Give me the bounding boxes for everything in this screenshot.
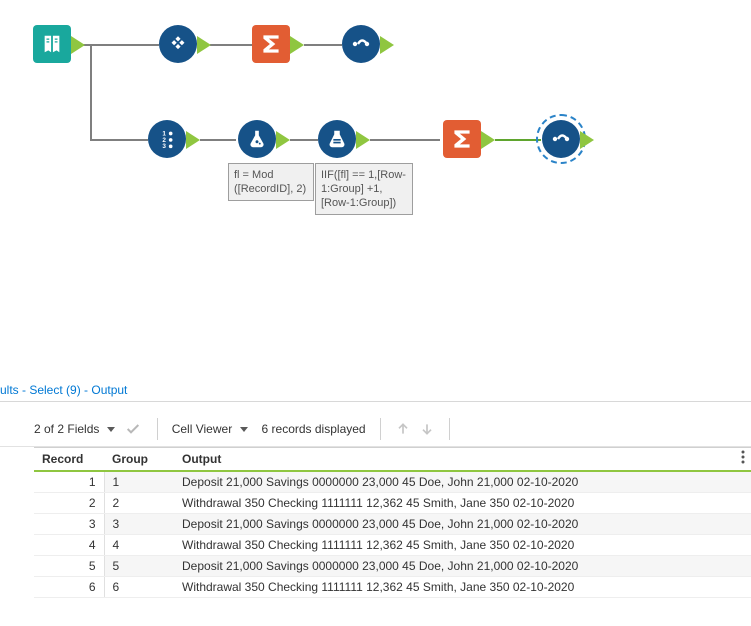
connector <box>370 139 440 141</box>
connector <box>210 44 252 46</box>
cell-output: Withdrawal 350 Checking 1111111 12,362 4… <box>174 577 751 598</box>
table-row[interactable]: 11Deposit 21,000 Savings 0000000 23,000 … <box>34 471 751 493</box>
chevron-down-icon <box>107 427 115 432</box>
results-toolbar: 2 of 2 Fields Cell Viewer 6 records disp… <box>0 412 751 447</box>
output-anchor[interactable] <box>71 36 85 54</box>
cellviewer-dropdown[interactable]: Cell Viewer <box>172 422 248 436</box>
table-row[interactable]: 33Deposit 21,000 Savings 0000000 23,000 … <box>34 514 751 535</box>
grid-icon <box>167 33 189 55</box>
sigma-icon <box>258 31 284 57</box>
formula-tool[interactable] <box>238 120 276 158</box>
results-table: Record Group Output 11Deposit 21,000 Sav… <box>34 447 751 598</box>
results-tab-label: ults - Select (9) - Output <box>0 383 127 397</box>
col-output[interactable]: Output <box>174 448 751 472</box>
output-anchor[interactable] <box>186 131 200 149</box>
table-row[interactable]: 66Withdrawal 350 Checking 1111111 12,362… <box>34 577 751 598</box>
move-down-button[interactable] <box>419 421 435 437</box>
table-header-row: Record Group Output <box>34 448 751 472</box>
connector <box>495 139 541 141</box>
table-row[interactable]: 55Deposit 21,000 Savings 0000000 23,000 … <box>34 556 751 577</box>
browse-icon <box>349 32 373 56</box>
numbered-list-icon: 123 <box>156 128 178 150</box>
separator <box>380 418 381 440</box>
records-count-label: 6 records displayed <box>262 422 366 436</box>
flask-rows-icon <box>326 128 348 150</box>
cell-group: 3 <box>104 514 174 535</box>
cell-output: Deposit 21,000 Savings 0000000 23,000 45… <box>174 556 751 577</box>
output-anchor[interactable] <box>380 36 394 54</box>
summarize-tool[interactable] <box>252 25 290 63</box>
cell-group: 2 <box>104 493 174 514</box>
connector <box>200 139 236 141</box>
results-pane: ults - Select (9) - Output 2 of 2 Fields… <box>0 381 751 598</box>
table-row[interactable]: 44Withdrawal 350 Checking 1111111 12,362… <box>34 535 751 556</box>
output-anchor[interactable] <box>197 36 211 54</box>
browse-tool[interactable] <box>342 25 380 63</box>
cell-record: 2 <box>34 493 104 514</box>
connector <box>290 139 318 141</box>
cell-record: 3 <box>34 514 104 535</box>
cell-record: 1 <box>34 471 104 493</box>
flask-icon <box>246 128 268 150</box>
summarize-tool-2[interactable] <box>443 120 481 158</box>
connector <box>304 44 342 46</box>
output-anchor[interactable] <box>276 131 290 149</box>
col-record[interactable]: Record <box>34 448 104 472</box>
cell-record: 6 <box>34 577 104 598</box>
browse-tool-selected[interactable] <box>542 120 580 158</box>
formula-annotation: fl = Mod ([RecordID], 2) <box>228 163 314 201</box>
cell-group: 5 <box>104 556 174 577</box>
output-anchor[interactable] <box>356 131 370 149</box>
cell-output: Deposit 21,000 Savings 0000000 23,000 45… <box>174 471 751 493</box>
cell-group: 4 <box>104 535 174 556</box>
output-anchor[interactable] <box>481 131 495 149</box>
table-row[interactable]: 22Withdrawal 350 Checking 1111111 12,362… <box>34 493 751 514</box>
kebab-icon[interactable] <box>741 450 745 467</box>
cell-output: Withdrawal 350 Checking 1111111 12,362 4… <box>174 535 751 556</box>
book-icon <box>41 33 63 55</box>
move-up-button[interactable] <box>395 421 411 437</box>
workflow-canvas[interactable]: 123 fl = Mod ([RecordID], 2) IIF([fl] ==… <box>0 0 751 360</box>
fields-label: 2 of 2 Fields <box>34 422 99 436</box>
multirow-annotation: IIF([fl] == 1,[Row-1:Group] +1,[Row-1:Gr… <box>315 163 413 215</box>
cell-record: 4 <box>34 535 104 556</box>
fields-dropdown[interactable]: 2 of 2 Fields <box>34 422 115 436</box>
cell-group: 1 <box>104 471 174 493</box>
separator <box>449 418 450 440</box>
connector <box>90 139 148 141</box>
cell-output: Withdrawal 350 Checking 1111111 12,362 4… <box>174 493 751 514</box>
cellviewer-label: Cell Viewer <box>172 422 232 436</box>
recordid-tool[interactable]: 123 <box>148 120 186 158</box>
chevron-down-icon <box>240 427 248 432</box>
sigma-icon <box>449 126 475 152</box>
multirow-formula-tool[interactable] <box>318 120 356 158</box>
browse-icon <box>549 127 573 151</box>
input-tool[interactable] <box>33 25 71 63</box>
cell-record: 5 <box>34 556 104 577</box>
svg-text:3: 3 <box>162 143 166 150</box>
output-anchor[interactable] <box>580 131 594 149</box>
tile-tool[interactable] <box>159 25 197 63</box>
cell-output: Deposit 21,000 Savings 0000000 23,000 45… <box>174 514 751 535</box>
connector <box>90 44 92 139</box>
check-icon[interactable] <box>123 421 143 437</box>
results-tab[interactable]: ults - Select (9) - Output <box>0 381 751 402</box>
cell-group: 6 <box>104 577 174 598</box>
separator <box>157 418 158 440</box>
col-group[interactable]: Group <box>104 448 174 472</box>
output-anchor[interactable] <box>290 36 304 54</box>
